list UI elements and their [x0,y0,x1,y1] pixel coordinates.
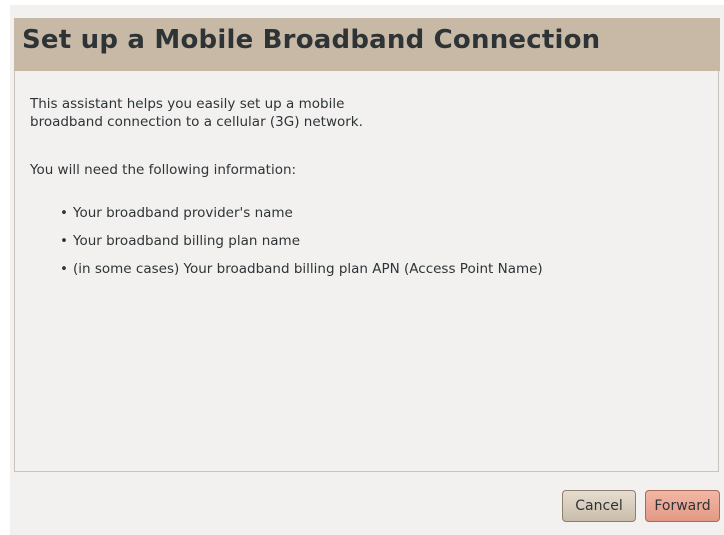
intro-line-2: broadband connection to a cellular (3G) … [30,114,363,130]
requirement-apn: (in some cases) Your broadband billing p… [73,261,543,277]
needed-heading: You will need the following information: [30,162,297,178]
content-panel: This assistant helps you easily set up a… [14,71,719,472]
intro-line-1: This assistant helps you easily set up a… [30,96,345,112]
requirement-billing-plan: Your broadband billing plan name [73,233,301,249]
cancel-button[interactable]: Cancel [562,490,636,522]
bullet-icon: • [60,233,68,249]
list-item: • Your broadband billing plan name [60,232,543,260]
page-header: Set up a Mobile Broadband Connection [14,18,720,71]
list-item: • Your broadband provider's name [60,204,543,232]
page-title: Set up a Mobile Broadband Connection [22,25,601,55]
requirements-list: • Your broadband provider's name • Your br… [60,204,543,288]
bullet-icon: • [60,261,68,277]
forward-button[interactable]: Forward [645,490,720,522]
intro-text: This assistant helps you easily set up a… [30,95,363,131]
list-item: • (in some cases) Your broadband billing … [60,260,543,288]
bullet-icon: • [60,205,68,221]
requirement-provider-name: Your broadband provider's name [73,205,293,221]
